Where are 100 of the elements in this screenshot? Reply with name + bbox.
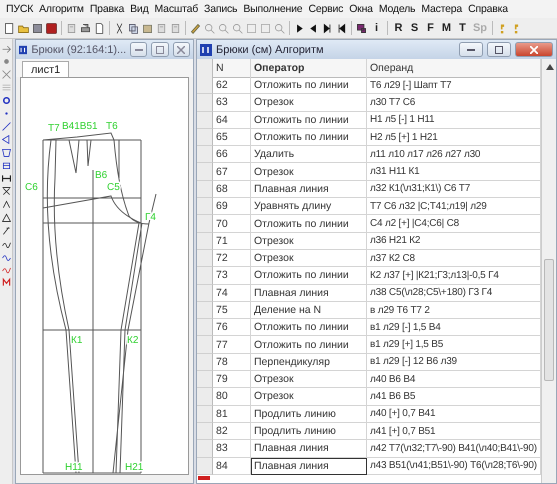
table-cell: л38 С5(\л28;С5\+180) Г3 Г4: [367, 284, 541, 302]
menu-item[interactable]: Модель: [376, 3, 420, 15]
menu-item[interactable]: Правка: [88, 3, 128, 15]
table-cell: в л29 Т6 Т7 2: [367, 302, 541, 320]
table-cell: 73: [213, 267, 251, 285]
point-label: Т7: [48, 123, 60, 134]
table-cell: 83: [213, 440, 251, 458]
table-cell: 74: [213, 284, 251, 302]
table-cell: 84: [213, 458, 251, 475]
table-cell: в1 л29 [-] 12 В6 л39: [367, 354, 541, 372]
menu-item[interactable]: Сервис: [306, 3, 348, 15]
table-cell: 67: [213, 163, 251, 181]
point-label: К2: [127, 335, 138, 346]
column-header[interactable]: Операнд: [367, 59, 541, 78]
table-cell[interactable]: Отложить по линии: [251, 267, 367, 285]
point-label: Т6: [106, 121, 118, 132]
table-cell[interactable]: Отрезок: [251, 388, 367, 406]
table-cell: 72: [213, 250, 251, 268]
table-cell: 68: [213, 180, 251, 198]
table-cell: С4 л2 [+] |С4;С6| С8: [367, 215, 541, 233]
table-cell: л43 В51(\л41;В51\-90) Т6(\л28;Т6\-90): [367, 458, 541, 475]
point-label: С6: [25, 182, 38, 193]
table-cell: л37 К2 С8: [367, 250, 541, 268]
table-cell: 77: [213, 336, 251, 354]
table-cell: л40 В6 В4: [367, 371, 541, 388]
table-cell[interactable]: Плавная линия: [251, 458, 367, 475]
table-cell: 69: [213, 198, 251, 216]
table-cell: л11 л10 л17 л26 л27 л30: [367, 146, 541, 164]
table-cell: в1 л29 [+] 1,5 В5: [367, 336, 541, 354]
mode-button[interactable]: R: [391, 20, 406, 36]
table-cell: л42 Т7(\л32;Т7\-90) В41(\л40;В41\-90): [367, 440, 541, 458]
table-cell: 70: [213, 215, 251, 233]
table-cell[interactable]: Перпендикуляр: [251, 354, 367, 372]
table-cell: л40 [+] 0,7 В41: [367, 406, 541, 423]
table-cell: 63: [213, 94, 251, 112]
table-cell[interactable]: Продлить линию: [251, 406, 367, 423]
table-cell[interactable]: Отрезок: [251, 250, 367, 268]
table-cell[interactable]: Плавная линия: [251, 440, 367, 458]
menu-item[interactable]: Алгоритм: [37, 3, 88, 15]
info-button[interactable]: i: [369, 20, 384, 36]
table-cell: 78: [213, 354, 251, 372]
sheet-tab[interactable]: лист1: [22, 61, 70, 77]
mode-button[interactable]: T: [455, 20, 470, 36]
mode-button[interactable]: F: [423, 20, 438, 36]
table-cell[interactable]: Отложить по линии: [251, 128, 367, 146]
table-cell: 80: [213, 388, 251, 406]
table-cell[interactable]: Отрезок: [251, 94, 367, 112]
table-cell[interactable]: Отрезок: [251, 232, 367, 250]
window-title: Брюки (92:164:1)...: [31, 44, 126, 56]
table-cell: л30 Т7 С6: [367, 94, 541, 112]
point-label: С5: [107, 182, 120, 193]
table-cell: 64: [213, 112, 251, 129]
table-cell: 65: [213, 128, 251, 146]
column-header[interactable]: N: [213, 59, 251, 78]
table-cell: л36 Н21 К2: [367, 232, 541, 250]
table-cell: 62: [213, 77, 251, 94]
table-cell: Н1 л5 [-] 1 Н11: [367, 112, 541, 129]
point-label: В41В51: [62, 121, 98, 132]
window-title: Брюки (см) Алгоритм: [216, 44, 325, 56]
table-cell: в1 л29 [-] 1,5 В4: [367, 319, 541, 336]
menu-item[interactable]: Масштаб: [152, 3, 202, 15]
table-cell[interactable]: Отрезок: [251, 371, 367, 388]
point-label: К1: [71, 335, 82, 346]
table-cell: 82: [213, 422, 251, 440]
table-cell: 71: [213, 232, 251, 250]
mode-button[interactable]: S: [407, 20, 422, 36]
table-cell[interactable]: Продлить линию: [251, 422, 367, 440]
menu-item[interactable]: Вид: [128, 3, 153, 15]
table-cell: 76: [213, 319, 251, 336]
table-cell: 75: [213, 302, 251, 320]
table-cell[interactable]: Деление на N: [251, 302, 367, 320]
table-cell[interactable]: Отложить по линии: [251, 319, 367, 336]
mode-button[interactable]: M: [439, 20, 454, 36]
table-cell[interactable]: Отложить по линии: [251, 112, 367, 129]
table-cell: л41 [+] 0,7 В51: [367, 422, 541, 440]
table-cell: 81: [213, 406, 251, 423]
table-cell[interactable]: Отложить по линии: [251, 77, 367, 94]
menu-item[interactable]: Выполнение: [241, 3, 306, 15]
table-cell[interactable]: Уравнять длину: [251, 198, 367, 216]
table-cell: 79: [213, 371, 251, 388]
menu-item[interactable]: Запись: [202, 3, 242, 15]
table-cell: л31 Н11 К1: [367, 163, 541, 181]
point-label: В6: [95, 170, 108, 181]
menu-item[interactable]: ПУСК: [4, 3, 38, 15]
table-cell[interactable]: Плавная линия: [251, 180, 367, 198]
table-cell: Т6 л29 [-] Шапт Т7: [367, 77, 541, 94]
table-cell: л32 К1(\л31;К1\) С6 Т7: [367, 180, 541, 198]
table-cell: Т7 С6 л32 |С;Т41;л19| л29: [367, 198, 541, 216]
menu-item[interactable]: Мастера: [419, 3, 466, 15]
table-cell[interactable]: Плавная линия: [251, 284, 367, 302]
table-cell[interactable]: Удалить: [251, 146, 367, 164]
table-cell[interactable]: Отрезок: [251, 163, 367, 181]
menu-item[interactable]: Справка: [466, 3, 512, 15]
table-cell: Н2 л5 [+] 1 Н21: [367, 128, 541, 146]
column-header[interactable]: Оператор: [251, 59, 367, 78]
table-cell: 66: [213, 146, 251, 164]
table-cell[interactable]: Отложить по линии: [251, 215, 367, 233]
table-cell: К2 л37 [+] |К21;Г3;л13|-0,5 Г4: [367, 267, 541, 285]
menu-item[interactable]: Окна: [347, 3, 377, 15]
table-cell[interactable]: Отложить по линии: [251, 336, 367, 354]
